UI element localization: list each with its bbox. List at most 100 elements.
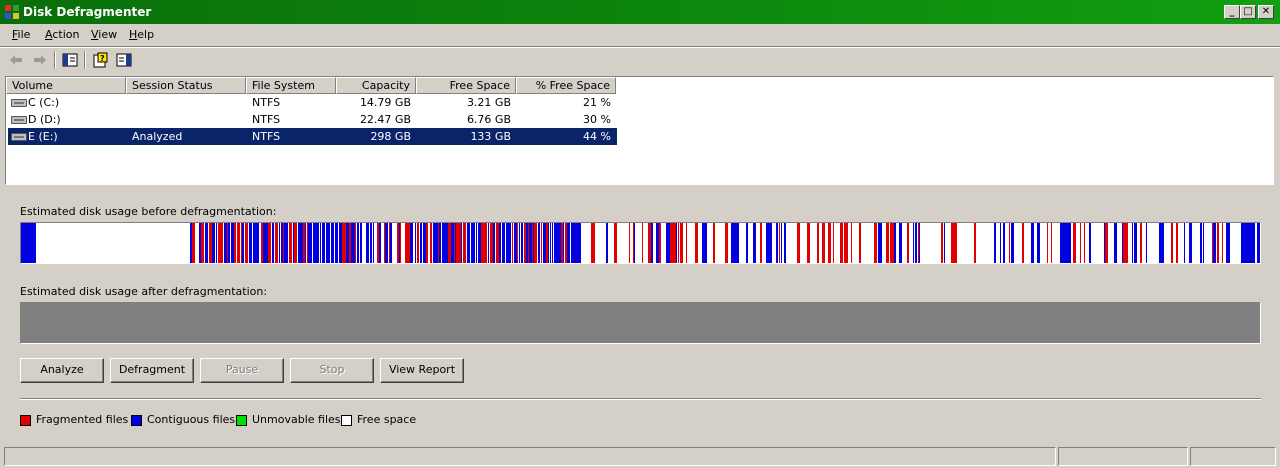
- defragment-button[interactable]: Defragment: [110, 358, 194, 383]
- disk-cluster-segment: [1217, 223, 1219, 263]
- disk-cluster-segment: [287, 223, 288, 263]
- disk-cluster-segment: [1105, 223, 1108, 263]
- analyze-button[interactable]: Analyze: [20, 358, 104, 383]
- disk-cluster-segment: [675, 223, 676, 263]
- contiguous-files-label: Contiguous files: [147, 413, 236, 426]
- disk-cluster-segment: [228, 223, 230, 263]
- column-file-system[interactable]: File System: [246, 77, 336, 94]
- volume-filesystem: NTFS: [252, 96, 281, 109]
- disk-cluster-segment: [485, 223, 487, 263]
- disk-cluster-segment: [555, 223, 558, 263]
- disk-cluster-segment: [409, 223, 410, 263]
- unmovable-files-swatch: [236, 415, 247, 426]
- disk-cluster-segment: [283, 223, 284, 263]
- menu-action[interactable]: Action: [45, 28, 79, 42]
- forward-arrow-icon: [34, 55, 46, 65]
- back-button[interactable]: [6, 50, 26, 70]
- disk-cluster-segment: [807, 223, 810, 263]
- disk-cluster-segment: [506, 223, 509, 263]
- column-capacity[interactable]: Capacity: [336, 77, 416, 94]
- volume-row-d[interactable]: D (D:) NTFS 22.47 GB 6.76 GB 30 %: [8, 111, 617, 128]
- menu-help[interactable]: Help: [129, 28, 154, 42]
- disk-cluster-segment: [1203, 223, 1204, 263]
- disk-cluster-segment: [1037, 223, 1040, 263]
- column-free-space[interactable]: Free Space: [416, 77, 516, 94]
- forward-button[interactable]: [30, 50, 50, 70]
- disk-cluster-segment: [515, 223, 517, 263]
- disk-cluster-segment: [455, 223, 456, 263]
- volume-row-c[interactable]: C (C:) NTFS 14.79 GB 3.21 GB 21 %: [8, 94, 617, 111]
- disk-cluster-segment: [651, 223, 653, 263]
- disk-cluster-segment: [360, 223, 362, 263]
- disk-cluster-segment: [1047, 223, 1048, 263]
- column-session-status[interactable]: Session Status: [126, 77, 246, 94]
- disk-cluster-segment: [670, 223, 672, 263]
- disk-cluster-segment: [434, 223, 436, 263]
- disk-cluster-segment: [461, 223, 462, 263]
- minimize-button[interactable]: _: [1224, 5, 1240, 19]
- disk-cluster-segment: [307, 223, 308, 263]
- hard-drive-icon: [11, 116, 27, 124]
- disk-cluster-segment: [476, 223, 477, 263]
- disk-cluster-segment: [451, 223, 454, 263]
- disk-cluster-segment: [753, 223, 756, 263]
- disk-cluster-segment: [320, 223, 321, 263]
- disk-cluster-segment: [524, 223, 526, 263]
- disk-cluster-segment: [528, 223, 529, 263]
- disk-cluster-segment: [201, 223, 204, 263]
- close-button[interactable]: ✕: [1258, 5, 1274, 19]
- disk-cluster-segment: [293, 223, 294, 263]
- disk-cluster-segment: [294, 223, 297, 263]
- status-bar: [0, 445, 1280, 468]
- disk-cluster-segment: [776, 223, 778, 263]
- disk-cluster-segment: [1126, 223, 1127, 263]
- volume-percent-free: 30 %: [583, 113, 611, 126]
- disk-cluster-segment: [1140, 223, 1142, 263]
- properties-button[interactable]: [114, 50, 134, 70]
- disk-cluster-segment: [389, 223, 390, 263]
- help-button[interactable]: ?: [90, 50, 110, 70]
- disk-cluster-segment: [918, 223, 919, 263]
- show-hide-console-tree-icon: [62, 53, 78, 67]
- disk-cluster-segment: [1244, 223, 1247, 263]
- disk-cluster-segment: [888, 223, 889, 263]
- maximize-button[interactable]: □: [1240, 5, 1256, 19]
- volume-list[interactable]: Volume Session Status File System Capaci…: [5, 76, 1274, 185]
- disk-cluster-segment: [886, 223, 888, 263]
- disk-cluster-segment: [241, 223, 242, 263]
- show-hide-console-tree-button[interactable]: [60, 50, 80, 70]
- view-report-button[interactable]: View Report: [380, 358, 464, 383]
- disk-cluster-segment: [234, 223, 236, 263]
- disk-cluster-segment: [351, 223, 354, 263]
- column-volume[interactable]: Volume: [6, 77, 126, 94]
- disk-cluster-segment: [239, 223, 240, 263]
- disk-cluster-segment: [384, 223, 385, 263]
- menu-file[interactable]: File: [12, 28, 30, 42]
- disk-cluster-segment: [442, 223, 443, 263]
- disk-cluster-segment: [833, 223, 834, 263]
- disk-cluster-segment: [1009, 223, 1010, 263]
- maximize-icon: □: [1243, 6, 1253, 17]
- disk-cluster-segment: [529, 223, 532, 263]
- disk-cluster-segment: [894, 223, 896, 263]
- contiguous-files-swatch: [131, 415, 142, 426]
- status-pane-main: [4, 447, 1056, 466]
- disk-cluster-segment: [385, 223, 388, 263]
- title-bar[interactable]: Disk Defragmenter _ □ ✕: [0, 0, 1280, 24]
- disk-cluster-segment: [344, 223, 346, 263]
- column-percent-free-space[interactable]: % Free Space: [516, 77, 616, 94]
- hard-drive-icon: [11, 133, 27, 141]
- disk-cluster-segment: [874, 223, 877, 263]
- disk-cluster-segment: [512, 223, 513, 263]
- volume-capacity: 22.47 GB: [359, 113, 411, 126]
- volume-name: E (E:): [28, 130, 58, 143]
- disk-cluster-segment: [1061, 223, 1071, 263]
- disk-cluster-segment: [1247, 223, 1255, 263]
- disk-cluster-segment: [1226, 223, 1227, 263]
- menu-view[interactable]: View: [91, 28, 117, 42]
- disk-cluster-segment: [534, 223, 537, 263]
- volume-row-e[interactable]: E (E:) Analyzed NTFS 298 GB 133 GB 44 %: [8, 128, 617, 145]
- disk-cluster-segment: [822, 223, 825, 263]
- disk-cluster-segment: [482, 223, 485, 263]
- disk-cluster-segment: [1022, 223, 1024, 263]
